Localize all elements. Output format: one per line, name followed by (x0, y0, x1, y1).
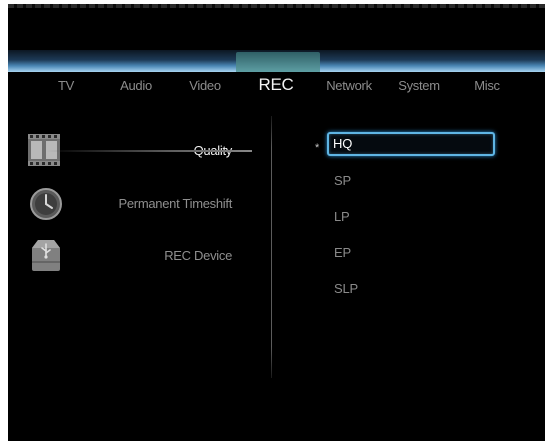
option-hq[interactable]: HQ (327, 132, 495, 156)
film-strip-icon (28, 134, 60, 166)
menu-label-rec-device: REC Device (164, 248, 232, 263)
option-label: LP (334, 209, 350, 224)
option-label: EP (334, 245, 351, 260)
menu-item-rec-device[interactable]: REC Device (26, 236, 246, 276)
tab-audio[interactable]: Audio (120, 78, 152, 93)
usb-drive-icon (32, 240, 60, 271)
tab-misc[interactable]: Misc (474, 78, 500, 93)
active-tab-highlight (236, 52, 320, 72)
panel-divider (271, 116, 272, 378)
option-label: HQ (333, 136, 353, 151)
option-label: SP (334, 173, 351, 188)
tab-system[interactable]: System (398, 78, 440, 93)
tab-video[interactable]: Video (189, 78, 221, 93)
tab-tv[interactable]: TV (58, 78, 74, 93)
current-value-marker: * (315, 142, 320, 154)
settings-tabs: TV Audio Video REC Network System Misc (8, 75, 545, 108)
clock-icon (30, 188, 62, 220)
menu-item-permanent-timeshift[interactable]: Permanent Timeshift (26, 184, 246, 224)
tab-rec[interactable]: REC (259, 75, 294, 95)
menu-label-permanent-timeshift: Permanent Timeshift (118, 196, 232, 211)
menu-item-quality[interactable]: Quality (26, 131, 252, 171)
top-strip (8, 4, 545, 8)
tab-network[interactable]: Network (326, 78, 372, 93)
settings-screen: TV Audio Video REC Network System Misc Q… (8, 4, 545, 441)
menu-label-quality: Quality (193, 143, 233, 158)
option-label: SLP (334, 281, 358, 296)
